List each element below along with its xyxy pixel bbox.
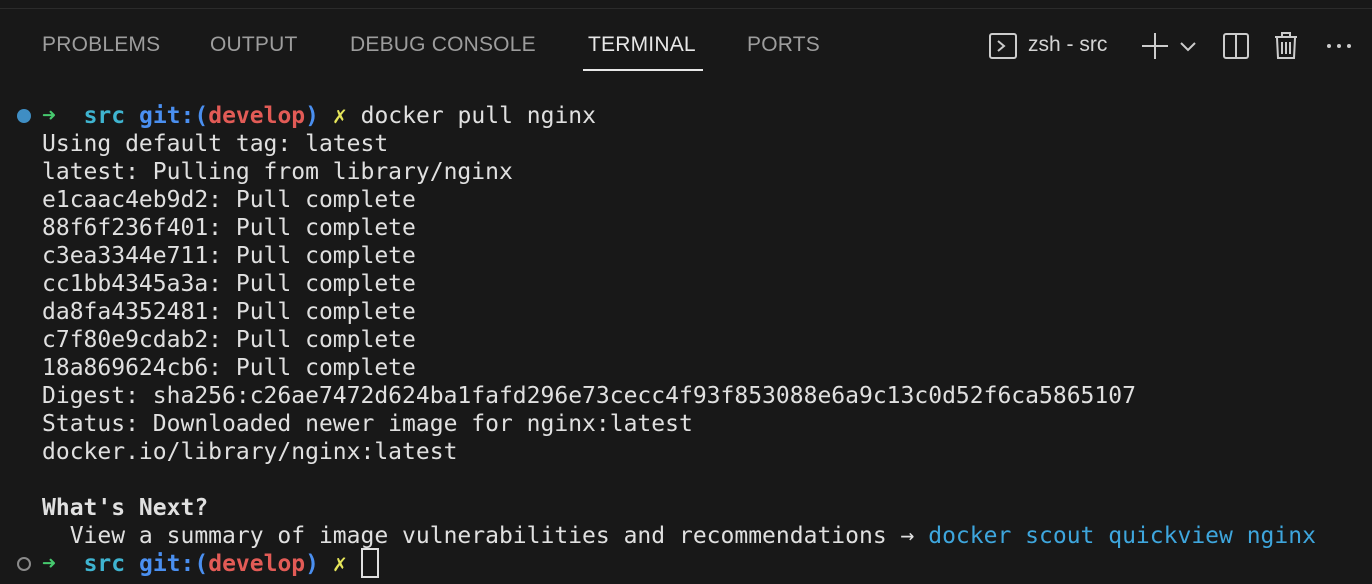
prompt-arrow: ➜ xyxy=(42,551,56,577)
more-icon[interactable] xyxy=(1324,31,1354,61)
output-line: c3ea3344e711: Pull complete xyxy=(42,243,416,269)
prompt-git-close: ) xyxy=(305,551,320,577)
panel-top-border xyxy=(0,0,1372,9)
prompt-git: git:( xyxy=(138,551,209,577)
command-success-indicator[interactable] xyxy=(17,109,31,123)
tab-ports[interactable]: PORTS xyxy=(747,9,820,81)
plus-icon[interactable] xyxy=(1140,31,1170,61)
trash-icon[interactable] xyxy=(1271,31,1301,61)
terminal-icon[interactable] xyxy=(988,31,1018,61)
output-line: c7f80e9cdab2: Pull complete xyxy=(42,327,416,353)
whats-next-title: What's Next? xyxy=(42,495,209,521)
chevron-down-icon[interactable] xyxy=(1178,31,1198,61)
output-line: e1caac4eb9d2: Pull complete xyxy=(42,187,416,213)
prompt-branch: develop xyxy=(208,551,306,577)
tab-output[interactable]: OUTPUT xyxy=(210,9,298,81)
output-line: Digest: sha256:c26ae7472d624ba1fafd296e7… xyxy=(42,383,1136,409)
output-line: Status: Downloaded newer image for nginx… xyxy=(42,411,693,437)
prompt-git-close: ) xyxy=(305,103,320,129)
output-line: cc1bb4345a3a: Pull complete xyxy=(42,271,416,297)
terminal-shell-label[interactable]: zsh - src xyxy=(1028,9,1107,81)
output-line: 88f6f236f401: Pull complete xyxy=(42,215,416,241)
command-text: docker pull nginx xyxy=(360,103,596,129)
output-line: da8fa4352481: Pull complete xyxy=(42,299,416,325)
prompt-line: ➜ src git:(develop) ✗ xyxy=(42,547,379,578)
output-line: Using default tag: latest xyxy=(42,131,389,157)
docker-scout-link[interactable]: docker scout quickview nginx xyxy=(928,523,1316,549)
panel-tab-bar: PROBLEMS OUTPUT DEBUG CONSOLE TERMINAL P… xyxy=(0,9,1372,81)
command-pending-indicator[interactable] xyxy=(17,557,31,571)
tab-problems[interactable]: PROBLEMS xyxy=(42,9,160,81)
terminal-cursor[interactable] xyxy=(360,547,379,578)
output-line: latest: Pulling from library/nginx xyxy=(42,159,513,185)
prompt-line: ➜ src git:(develop) ✗ docker pull nginx xyxy=(42,102,596,130)
prompt-arrow: ➜ xyxy=(42,103,56,129)
split-icon[interactable] xyxy=(1221,31,1251,61)
terminal-output[interactable]: ➜ src git:(develop) ✗ docker pull nginx … xyxy=(0,100,1372,584)
prompt-dirty-marker: ✗ xyxy=(332,103,347,129)
prompt-git: git:( xyxy=(138,103,209,129)
active-tab-indicator xyxy=(583,69,703,71)
prompt-branch: develop xyxy=(208,103,306,129)
output-line: docker.io/library/nginx:latest xyxy=(42,439,458,465)
prompt-dir: src xyxy=(83,103,126,129)
prompt-dirty-marker: ✗ xyxy=(332,551,347,577)
output-line: 18a869624cb6: Pull complete xyxy=(42,355,416,381)
whats-next-line: View a summary of image vulnerabilities … xyxy=(42,522,1316,550)
whats-next-text: View a summary of image vulnerabilities … xyxy=(42,523,929,549)
prompt-dir: src xyxy=(83,551,126,577)
tab-debug-console[interactable]: DEBUG CONSOLE xyxy=(350,9,536,81)
